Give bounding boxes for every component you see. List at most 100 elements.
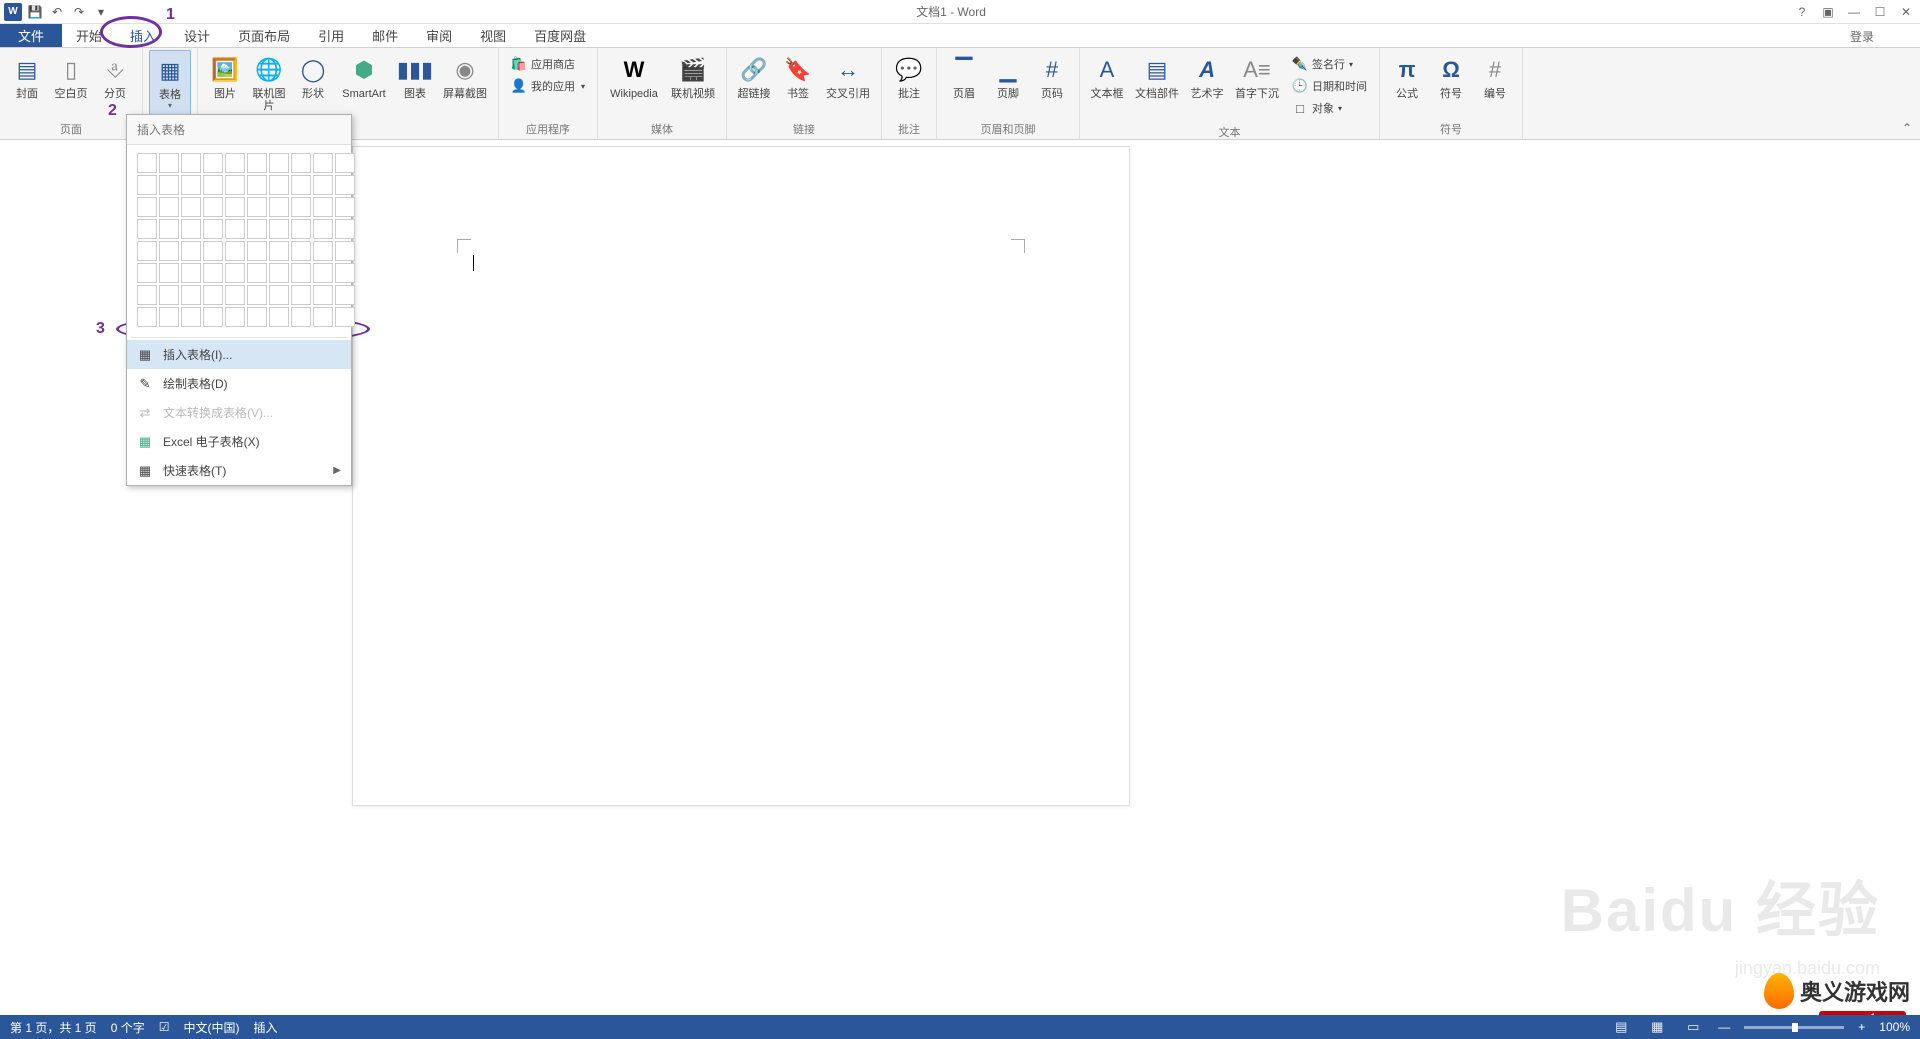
status-page[interactable]: 第 1 页，共 1 页 — [10, 1019, 97, 1036]
grid-cell[interactable] — [203, 307, 223, 327]
grid-cell[interactable] — [137, 153, 157, 173]
grid-cell[interactable] — [335, 219, 355, 239]
grid-cell[interactable] — [247, 197, 267, 217]
grid-cell[interactable] — [203, 241, 223, 261]
grid-cell[interactable] — [247, 219, 267, 239]
tab-file[interactable]: 文件 — [0, 24, 62, 47]
minimize-icon[interactable]: — — [1844, 3, 1864, 21]
tab-review[interactable]: 审阅 — [412, 24, 466, 47]
zoom-in-icon[interactable]: + — [1858, 1020, 1865, 1034]
grid-cell[interactable] — [137, 219, 157, 239]
save-icon[interactable]: 💾 — [26, 3, 44, 21]
wordart-button[interactable]: A艺术字 — [1186, 50, 1228, 104]
screenshot-button[interactable]: ◉屏幕截图 — [438, 50, 492, 104]
grid-cell[interactable] — [137, 263, 157, 283]
grid-cell[interactable] — [269, 153, 289, 173]
grid-cell[interactable] — [269, 307, 289, 327]
zoom-out-icon[interactable]: — — [1718, 1020, 1730, 1034]
grid-cell[interactable] — [181, 285, 201, 305]
grid-cell[interactable] — [159, 285, 179, 305]
grid-cell[interactable] — [291, 241, 311, 261]
grid-cell[interactable] — [335, 307, 355, 327]
grid-cell[interactable] — [313, 219, 333, 239]
grid-cell[interactable] — [247, 175, 267, 195]
grid-cell[interactable] — [181, 197, 201, 217]
parts-button[interactable]: ▤文档部件 — [1130, 50, 1184, 104]
grid-cell[interactable] — [137, 197, 157, 217]
grid-cell[interactable] — [203, 197, 223, 217]
blank-page-button[interactable]: ▯空白页 — [50, 50, 92, 104]
table-button[interactable]: ▦ 表格 ▾ — [149, 50, 191, 115]
bookmark-button[interactable]: 🔖书签 — [777, 50, 819, 104]
help-icon[interactable]: ? — [1792, 3, 1812, 21]
excel-table-menu-item[interactable]: ▦ Excel 电子表格(X) — [127, 427, 351, 456]
tab-baidu[interactable]: 百度网盘 — [520, 24, 600, 47]
grid-cell[interactable] — [225, 285, 245, 305]
number-button[interactable]: #编号 — [1474, 50, 1516, 104]
grid-cell[interactable] — [247, 241, 267, 261]
grid-cell[interactable] — [159, 307, 179, 327]
grid-cell[interactable] — [291, 153, 311, 173]
maximize-icon[interactable]: ☐ — [1870, 3, 1890, 21]
grid-cell[interactable] — [137, 241, 157, 261]
grid-cell[interactable] — [159, 263, 179, 283]
collapse-ribbon-icon[interactable]: ⌃ — [1902, 121, 1912, 135]
dropcap-button[interactable]: A≡首字下沉 — [1230, 50, 1284, 104]
grid-cell[interactable] — [291, 175, 311, 195]
tab-home[interactable]: 开始 — [62, 24, 116, 47]
grid-cell[interactable] — [181, 219, 201, 239]
grid-cell[interactable] — [247, 285, 267, 305]
online-video-button[interactable]: 🎬联机视频 — [666, 50, 720, 104]
grid-cell[interactable] — [203, 285, 223, 305]
grid-cell[interactable] — [313, 197, 333, 217]
zoom-level[interactable]: 100% — [1879, 1020, 1910, 1034]
grid-cell[interactable] — [335, 175, 355, 195]
redo-icon[interactable]: ↷ — [70, 3, 88, 21]
grid-cell[interactable] — [335, 285, 355, 305]
grid-cell[interactable] — [247, 307, 267, 327]
grid-cell[interactable] — [181, 241, 201, 261]
crossref-button[interactable]: ↔交叉引用 — [821, 50, 875, 104]
grid-cell[interactable] — [313, 153, 333, 173]
grid-cell[interactable] — [181, 263, 201, 283]
textbox-button[interactable]: A文本框 — [1086, 50, 1128, 104]
grid-cell[interactable] — [247, 153, 267, 173]
status-proof-icon[interactable]: ☑ — [159, 1020, 170, 1034]
ribbon-display-icon[interactable]: ▣ — [1818, 3, 1838, 21]
grid-cell[interactable] — [159, 241, 179, 261]
grid-cell[interactable] — [269, 241, 289, 261]
tab-view[interactable]: 视图 — [466, 24, 520, 47]
symbol-button[interactable]: Ω符号 — [1430, 50, 1472, 104]
tab-design[interactable]: 设计 — [170, 24, 224, 47]
grid-cell[interactable] — [181, 307, 201, 327]
undo-icon[interactable]: ↶ — [48, 3, 66, 21]
grid-cell[interactable] — [291, 285, 311, 305]
grid-cell[interactable] — [159, 153, 179, 173]
chart-button[interactable]: ▮▮▮图表 — [394, 50, 436, 104]
document-page[interactable] — [352, 146, 1130, 806]
grid-cell[interactable] — [313, 241, 333, 261]
page-break-button[interactable]: ⎀分页 — [94, 50, 136, 104]
grid-cell[interactable] — [137, 307, 157, 327]
tab-mailings[interactable]: 邮件 — [358, 24, 412, 47]
grid-cell[interactable] — [313, 285, 333, 305]
grid-cell[interactable] — [335, 153, 355, 173]
grid-cell[interactable] — [269, 263, 289, 283]
tab-insert[interactable]: 插入 — [116, 24, 170, 47]
grid-cell[interactable] — [335, 241, 355, 261]
quick-table-menu-item[interactable]: ▦ 快速表格(T) ▶ — [127, 456, 351, 485]
grid-cell[interactable] — [203, 219, 223, 239]
grid-cell[interactable] — [159, 175, 179, 195]
grid-cell[interactable] — [225, 263, 245, 283]
draw-table-menu-item[interactable]: ✎ 绘制表格(D) — [127, 369, 351, 398]
grid-cell[interactable] — [137, 285, 157, 305]
grid-cell[interactable] — [335, 197, 355, 217]
tab-layout[interactable]: 页面布局 — [224, 24, 304, 47]
tab-references[interactable]: 引用 — [304, 24, 358, 47]
my-apps-button[interactable]: 👤我的应用▾ — [507, 76, 589, 96]
grid-cell[interactable] — [225, 241, 245, 261]
smartart-button[interactable]: ⬢SmartArt — [336, 50, 392, 104]
footer-button[interactable]: ▁页脚 — [987, 50, 1029, 104]
grid-cell[interactable] — [269, 285, 289, 305]
grid-cell[interactable] — [181, 153, 201, 173]
